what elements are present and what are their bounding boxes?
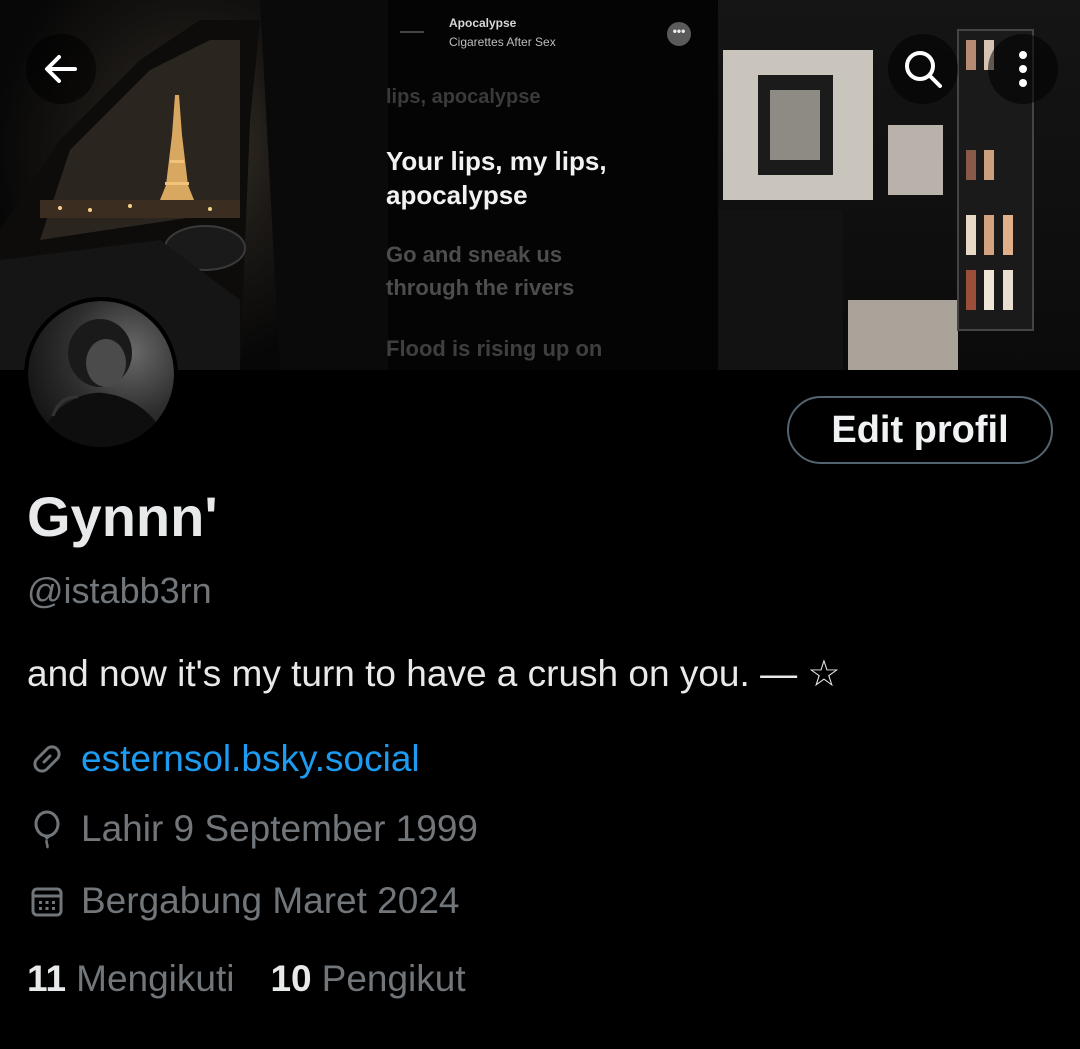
followers-label: Pengikut [321, 958, 466, 999]
user-handle: @istabb3rn [27, 570, 212, 611]
profile-bio: and now it's my turn to have a crush on … [27, 653, 841, 694]
search-icon [905, 51, 942, 88]
joined-row: Bergabung Maret 2024 [27, 880, 460, 922]
more-vertical-icon [1019, 51, 1027, 87]
balloon-icon [27, 809, 67, 849]
song-artist: Cigarettes After Sex [449, 35, 556, 49]
following-label: Mengikuti [76, 958, 235, 999]
display-name: Gynnn' [27, 485, 218, 548]
lyric-previous: lips, apocalypse [386, 86, 541, 108]
avatar-art [38, 319, 168, 447]
lyric-current: Your lips, my lips, apocalypse [386, 146, 607, 210]
calendar-icon [27, 881, 67, 921]
edit-profile-button[interactable]: Edit profil [787, 396, 1053, 464]
website-link[interactable]: esternsol.bsky.social [81, 738, 420, 780]
more-button[interactable] [988, 34, 1058, 104]
back-button[interactable] [26, 34, 96, 104]
follow-stats: 11 Mengikuti 10 Pengikut [27, 958, 502, 1000]
following-stat[interactable]: 11 Mengikuti [27, 958, 234, 1000]
link-icon [27, 739, 67, 779]
lyric-next-2: Flood is rising up on [386, 336, 603, 361]
followers-count: 10 [270, 958, 312, 999]
search-button[interactable] [888, 34, 958, 104]
more-horizontal-icon: ••• [667, 22, 691, 46]
avatar[interactable] [24, 297, 178, 451]
joined-text: Bergabung Maret 2024 [81, 880, 460, 921]
drag-handle [400, 31, 424, 33]
arrow-left-icon [45, 55, 77, 83]
website-row: esternsol.bsky.social [27, 738, 420, 780]
following-count: 11 [27, 958, 67, 999]
birthday-row: Lahir 9 September 1999 [27, 808, 478, 850]
lyric-next: Go and sneak us through the rivers [386, 242, 575, 300]
avatar-photo [28, 301, 174, 447]
followers-stat[interactable]: 10 Pengikut [270, 958, 465, 1000]
birthday-text: Lahir 9 September 1999 [81, 808, 478, 849]
song-title: Apocalypse [449, 16, 517, 30]
